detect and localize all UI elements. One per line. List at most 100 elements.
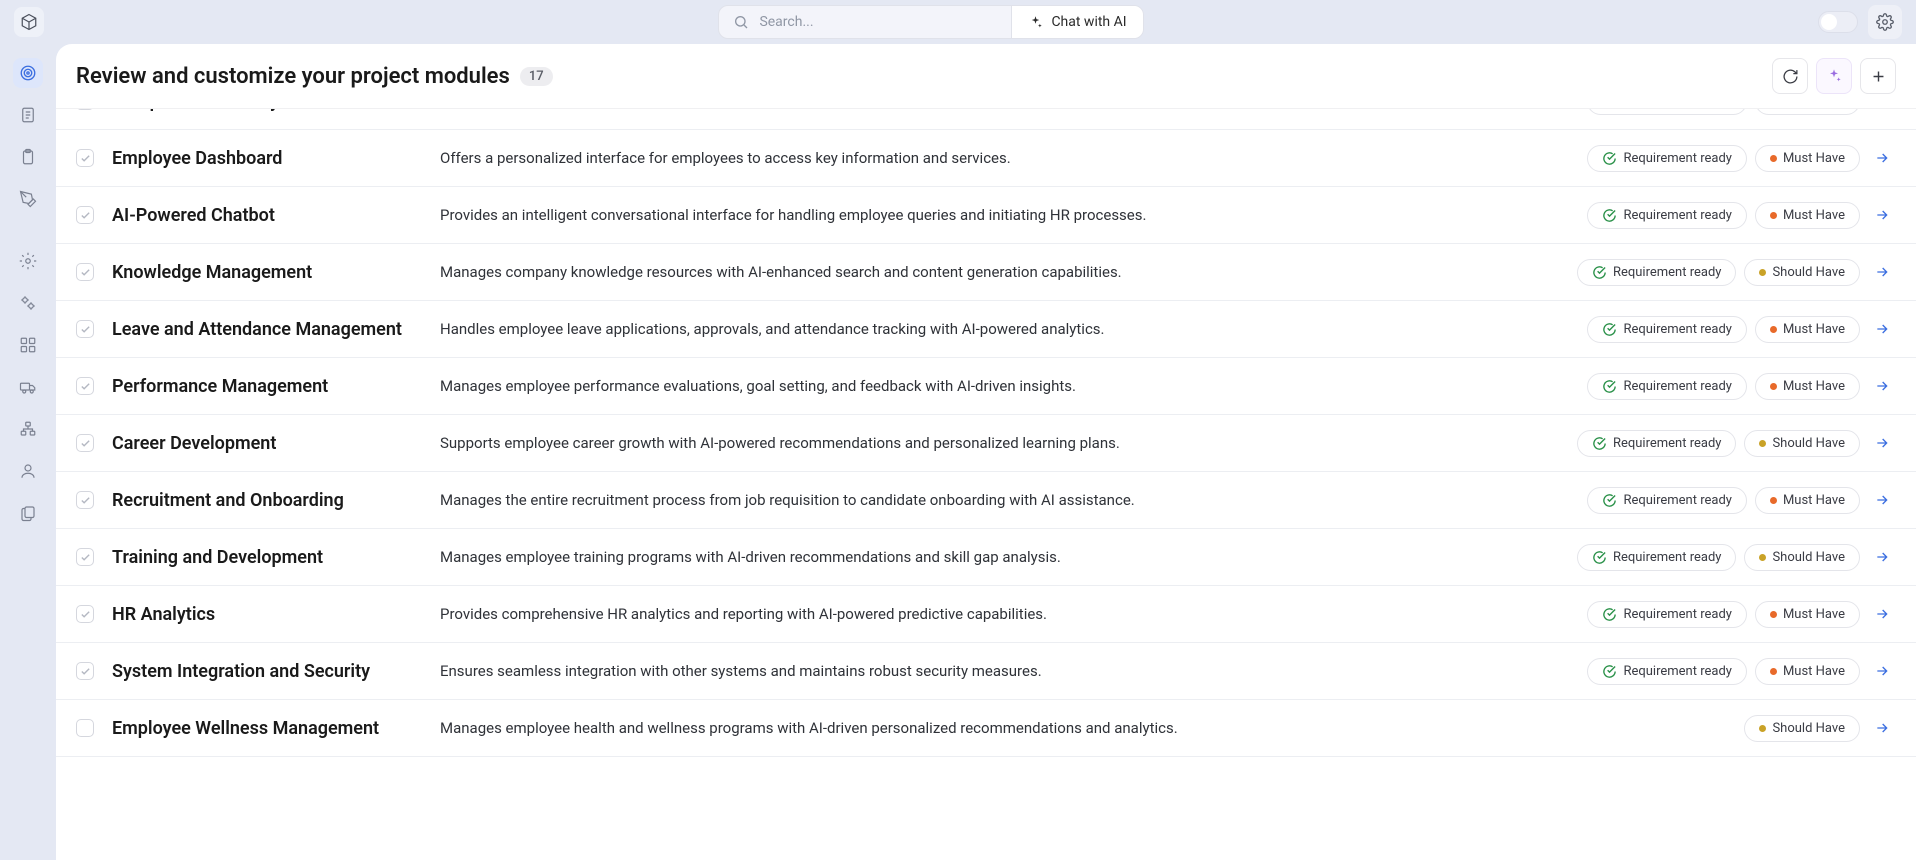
main-panel: Review and customize your project module… bbox=[56, 44, 1916, 860]
priority-pill[interactable]: Must Have bbox=[1755, 373, 1860, 400]
open-module-button[interactable] bbox=[1868, 429, 1896, 457]
module-row[interactable]: Knowledge ManagementManages company know… bbox=[56, 244, 1916, 301]
module-count-badge: 17 bbox=[520, 67, 553, 86]
priority-pill[interactable]: Must Have bbox=[1755, 658, 1860, 685]
module-row[interactable]: Compensation Analytics…Requirement ready… bbox=[56, 109, 1916, 130]
status-pill[interactable]: Requirement ready bbox=[1587, 145, 1746, 172]
module-row[interactable]: System Integration and SecurityEnsures s… bbox=[56, 643, 1916, 700]
sparkle-icon bbox=[1826, 68, 1842, 84]
priority-label: Must Have bbox=[1783, 379, 1845, 394]
module-row[interactable]: Leave and Attendance ManagementHandles e… bbox=[56, 301, 1916, 358]
module-row[interactable]: Performance ManagementManages employee p… bbox=[56, 358, 1916, 415]
open-module-button[interactable] bbox=[1868, 144, 1896, 172]
app-cube-icon[interactable] bbox=[14, 7, 44, 37]
module-description: Manages the entire recruitment process f… bbox=[440, 491, 1569, 509]
module-checkbox[interactable] bbox=[76, 605, 94, 623]
status-pill[interactable]: Requirement ready bbox=[1577, 430, 1736, 457]
module-checkbox[interactable] bbox=[76, 149, 94, 167]
rail-gear-icon[interactable] bbox=[13, 246, 43, 276]
priority-pill[interactable]: Should Have bbox=[1744, 259, 1860, 286]
status-pill[interactable]: Requirement ready bbox=[1587, 373, 1746, 400]
theme-toggle[interactable] bbox=[1818, 11, 1858, 33]
page-title: Review and customize your project module… bbox=[76, 64, 510, 89]
open-module-button[interactable] bbox=[1868, 258, 1896, 286]
rail-gears-icon[interactable] bbox=[13, 288, 43, 318]
module-checkbox[interactable] bbox=[76, 109, 94, 110]
module-row[interactable]: AI-Powered ChatbotProvides an intelligen… bbox=[56, 187, 1916, 244]
module-row[interactable]: Employee DashboardOffers a personalized … bbox=[56, 130, 1916, 187]
rail-truck-icon[interactable] bbox=[13, 372, 43, 402]
rail-document-icon[interactable] bbox=[13, 100, 43, 130]
status-pill[interactable]: Requirement ready bbox=[1587, 658, 1746, 685]
module-row[interactable]: Career DevelopmentSupports employee care… bbox=[56, 415, 1916, 472]
status-pill[interactable]: Requirement ready bbox=[1587, 601, 1746, 628]
rail-copy-icon[interactable] bbox=[13, 498, 43, 528]
priority-label: Should Have bbox=[1772, 265, 1845, 280]
module-checkbox[interactable] bbox=[76, 548, 94, 566]
module-checkbox[interactable] bbox=[76, 320, 94, 338]
module-title: Performance Management bbox=[112, 376, 422, 397]
module-title: AI-Powered Chatbot bbox=[112, 205, 422, 226]
rail-pen-icon[interactable] bbox=[13, 184, 43, 214]
module-description: Manages employee training programs with … bbox=[440, 548, 1559, 566]
module-row[interactable]: Training and DevelopmentManages employee… bbox=[56, 529, 1916, 586]
priority-pill[interactable]: Must Have bbox=[1755, 109, 1860, 115]
open-module-button[interactable] bbox=[1868, 315, 1896, 343]
module-checkbox[interactable] bbox=[76, 719, 94, 737]
refresh-button[interactable] bbox=[1772, 58, 1808, 94]
module-row[interactable]: Employee Wellness Management Manages empl… bbox=[56, 700, 1916, 757]
status-label: Requirement ready bbox=[1623, 664, 1731, 679]
status-pill[interactable]: Requirement ready bbox=[1577, 259, 1736, 286]
priority-pill[interactable]: Must Have bbox=[1755, 316, 1860, 343]
open-module-button[interactable] bbox=[1868, 543, 1896, 571]
status-pill[interactable]: Requirement ready bbox=[1577, 544, 1736, 571]
priority-dot bbox=[1770, 611, 1777, 618]
open-module-button[interactable] bbox=[1868, 657, 1896, 685]
priority-pill[interactable]: Should Have bbox=[1744, 715, 1860, 742]
priority-pill[interactable]: Must Have bbox=[1755, 601, 1860, 628]
priority-label: Must Have bbox=[1783, 322, 1845, 337]
rail-clipboard-icon[interactable] bbox=[13, 142, 43, 172]
module-list[interactable]: Compensation Analytics…Requirement ready… bbox=[56, 109, 1916, 860]
status-pill[interactable]: Requirement ready bbox=[1587, 316, 1746, 343]
rail-org-icon[interactable] bbox=[13, 414, 43, 444]
rail-user-icon[interactable] bbox=[13, 456, 43, 486]
status-pill[interactable]: Requirement ready bbox=[1587, 487, 1746, 514]
module-title: Employee Wellness Management bbox=[112, 718, 422, 739]
priority-pill[interactable]: Must Have bbox=[1755, 202, 1860, 229]
open-module-button[interactable] bbox=[1868, 714, 1896, 742]
open-module-button[interactable] bbox=[1868, 372, 1896, 400]
priority-pill[interactable]: Should Have bbox=[1744, 544, 1860, 571]
chat-with-ai-button[interactable]: Chat with AI bbox=[1011, 6, 1142, 38]
rail-grid-icon[interactable] bbox=[13, 330, 43, 360]
module-row[interactable]: Recruitment and OnboardingManages the en… bbox=[56, 472, 1916, 529]
module-description: Manages employee health and wellness pro… bbox=[440, 719, 1726, 737]
add-button[interactable] bbox=[1860, 58, 1896, 94]
priority-pill[interactable]: Must Have bbox=[1755, 145, 1860, 172]
search-input[interactable]: Search... bbox=[719, 14, 1011, 30]
priority-pill[interactable]: Must Have bbox=[1755, 487, 1860, 514]
priority-dot bbox=[1770, 383, 1777, 390]
status-pill[interactable]: Requirement ready bbox=[1587, 202, 1746, 229]
module-checkbox[interactable] bbox=[76, 377, 94, 395]
priority-dot bbox=[1759, 554, 1766, 561]
module-title: System Integration and Security bbox=[112, 661, 422, 682]
module-checkbox[interactable] bbox=[76, 662, 94, 680]
module-checkbox[interactable] bbox=[76, 491, 94, 509]
open-module-button[interactable] bbox=[1868, 486, 1896, 514]
open-module-button[interactable] bbox=[1868, 600, 1896, 628]
status-pill[interactable]: Requirement ready bbox=[1587, 109, 1746, 115]
module-checkbox[interactable] bbox=[76, 263, 94, 281]
module-row[interactable]: HR AnalyticsProvides comprehensive HR an… bbox=[56, 586, 1916, 643]
status-label: Requirement ready bbox=[1613, 550, 1721, 565]
module-title: Employee Dashboard bbox=[112, 148, 422, 169]
settings-button[interactable] bbox=[1868, 5, 1902, 39]
ai-button[interactable] bbox=[1816, 58, 1852, 94]
module-checkbox[interactable] bbox=[76, 206, 94, 224]
open-module-button[interactable] bbox=[1868, 109, 1896, 115]
rail-target-icon[interactable] bbox=[13, 58, 43, 88]
open-module-button[interactable] bbox=[1868, 201, 1896, 229]
priority-pill[interactable]: Should Have bbox=[1744, 430, 1860, 457]
module-checkbox[interactable] bbox=[76, 434, 94, 452]
status-label: Requirement ready bbox=[1623, 208, 1731, 223]
